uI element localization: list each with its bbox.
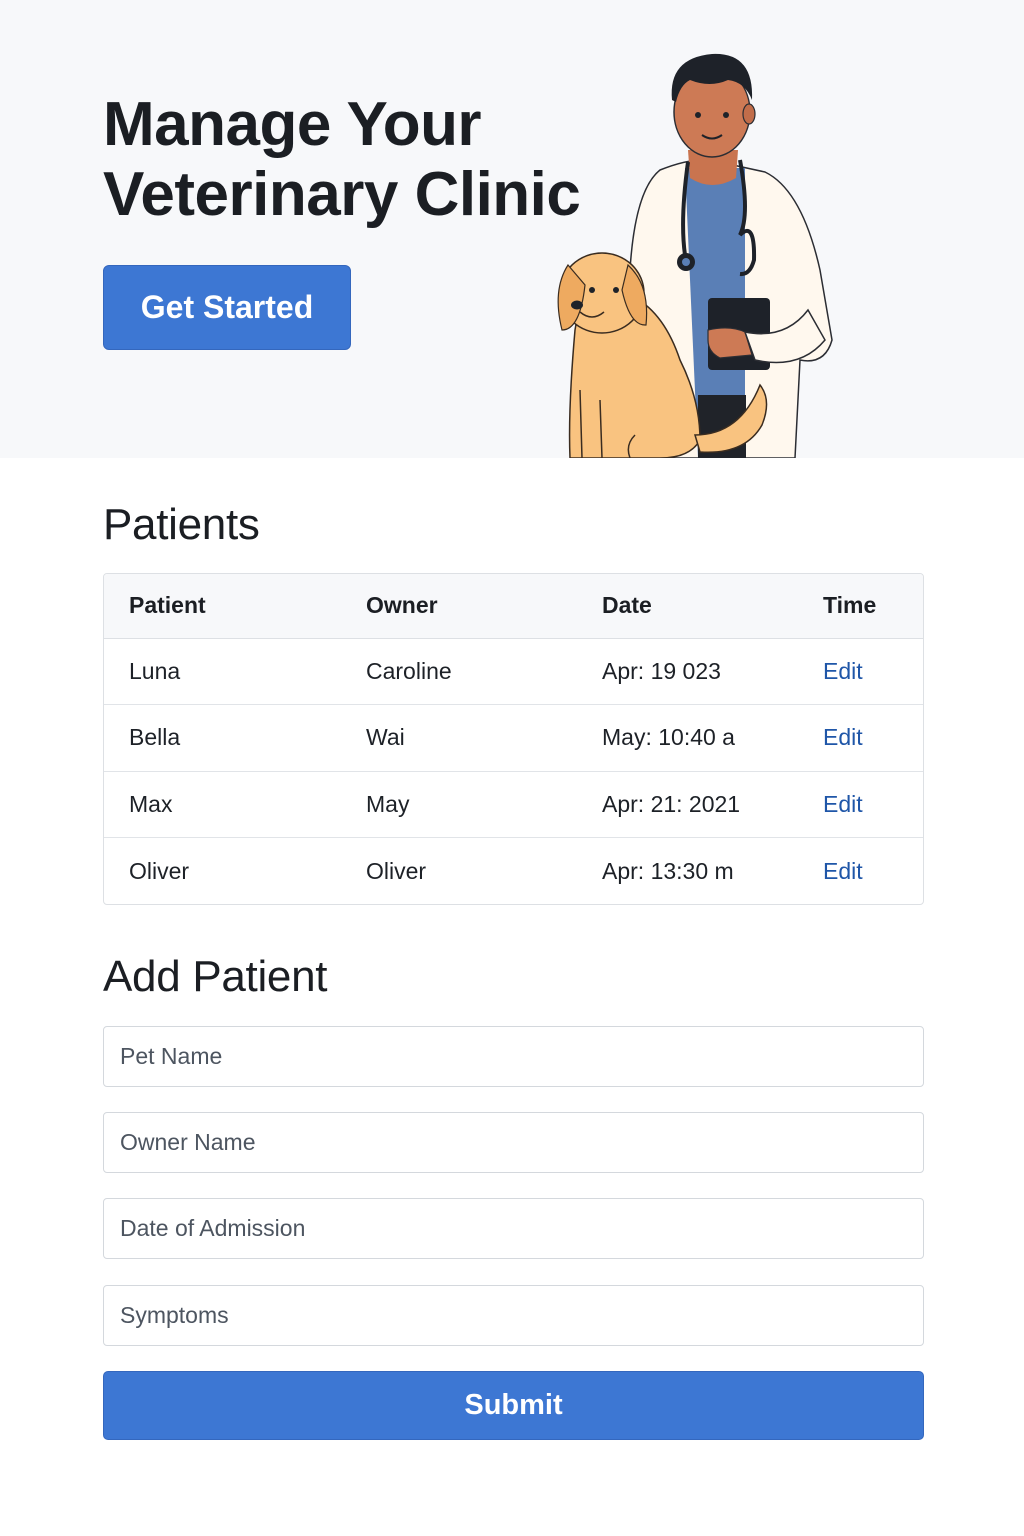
get-started-button[interactable]: Get Started xyxy=(103,265,351,350)
date-of-admission-input[interactable] xyxy=(103,1198,924,1259)
owner-name-cell: Caroline xyxy=(366,638,602,705)
column-header-patient: Patient xyxy=(104,574,366,639)
patients-title: Patients xyxy=(103,500,260,549)
pet-name-input[interactable] xyxy=(103,1026,924,1087)
patient-name-cell: Bella xyxy=(104,704,366,772)
table-row: Oliver Oliver Apr: 13:30 m Edit xyxy=(104,838,923,905)
table-header-row: Patient Owner Date Time xyxy=(104,574,923,639)
hero-title-line1: Manage Your xyxy=(103,90,482,159)
table-row: Max May Apr: 21: 2021 Edit xyxy=(104,771,923,838)
table-row: Bella Wai May: 10:40 a Edit xyxy=(104,704,923,772)
date-cell: Apr: 19 023 xyxy=(602,638,823,705)
vet-with-dog-illustration xyxy=(557,53,833,458)
edit-link[interactable]: Edit xyxy=(823,858,863,884)
date-cell: Apr: 13:30 m xyxy=(602,857,734,884)
hero-title: Manage Your Veterinary Clinic xyxy=(103,90,581,230)
symptoms-input[interactable] xyxy=(103,1285,924,1346)
hero-title-line2: Veterinary Clinic xyxy=(103,160,581,229)
owner-name-input[interactable] xyxy=(103,1112,924,1173)
owner-name-cell: May xyxy=(366,771,602,838)
column-header-time: Time xyxy=(823,574,923,639)
edit-link[interactable]: Edit xyxy=(823,791,863,817)
add-patient-title: Add Patient xyxy=(103,952,328,1001)
column-header-date: Date xyxy=(602,574,823,639)
table-row: Luna Caroline Apr: 19 023 Edit xyxy=(104,638,923,705)
patient-name-cell: Max xyxy=(104,771,366,838)
date-cell: Apr: 21: 2021 xyxy=(602,771,823,838)
date-cell: May: 10:40 a xyxy=(602,704,823,772)
edit-link[interactable]: Edit xyxy=(823,724,863,750)
patient-name-cell: Oliver xyxy=(129,857,190,884)
edit-link[interactable]: Edit xyxy=(823,658,863,684)
owner-name-cell: Wai xyxy=(366,704,602,772)
owner-name-cell: Oliver xyxy=(366,857,427,884)
column-header-owner: Owner xyxy=(366,574,602,639)
hero-section: Manage Your Veterinary Clinic Get Starte… xyxy=(0,0,1024,458)
submit-button[interactable]: Submit xyxy=(103,1371,924,1440)
patients-table: Patient Owner Date Time Luna Caroline Ap… xyxy=(103,573,924,905)
patient-name-cell: Luna xyxy=(104,638,366,705)
